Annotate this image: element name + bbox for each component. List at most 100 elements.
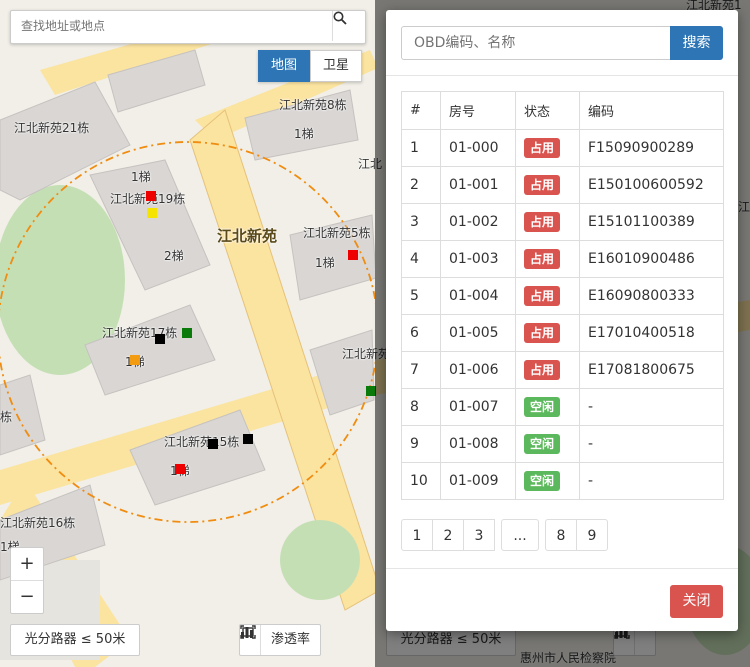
- room-number: 01-008: [440, 425, 516, 463]
- obd-marker-black[interactable]: [155, 334, 165, 344]
- unit-label: 1梯: [294, 127, 314, 141]
- pagination: 1 2 3 ... 8 9: [401, 519, 608, 551]
- room-number: 01-003: [440, 240, 516, 278]
- status-badge: 占用: [524, 138, 561, 158]
- obd-code: -: [579, 388, 724, 426]
- obd-search-input[interactable]: [401, 26, 670, 60]
- status-badge: 占用: [524, 360, 561, 380]
- obd-marker-orange[interactable]: [130, 355, 140, 365]
- building-label: 江北新苑16栋: [0, 516, 76, 530]
- row-number: 2: [401, 166, 441, 204]
- room-number: 01-006: [440, 351, 516, 389]
- unit-label: 2梯: [164, 249, 184, 263]
- table-row[interactable]: 8 01-007 空闲 -: [401, 388, 724, 426]
- page-link[interactable]: 3: [463, 519, 495, 551]
- status-badge: 占用: [524, 249, 561, 269]
- room-number: 01-002: [440, 203, 516, 241]
- status-badge: 占用: [524, 286, 561, 306]
- status-badge: 空闲: [524, 434, 561, 454]
- row-number: 4: [401, 240, 441, 278]
- status-cell: 空闲: [515, 425, 580, 463]
- status-badge: 占用: [524, 323, 561, 343]
- obd-marker-black[interactable]: [208, 439, 218, 449]
- obd-code: E150100600592: [579, 166, 724, 204]
- row-number: 1: [401, 129, 441, 167]
- unit-label: 1梯: [131, 170, 151, 184]
- obd-code: E17081800675: [579, 351, 724, 389]
- status-badge: 占用: [524, 212, 561, 232]
- building-label: 江北新苑17栋: [102, 326, 178, 340]
- map-tools: 渗透率: [239, 624, 322, 656]
- table-row[interactable]: 5 01-004 占用 E16090800333: [401, 277, 724, 315]
- page-ellipsis[interactable]: ...: [501, 519, 539, 551]
- scale-filter[interactable]: 光分路器 ≤ 50米: [10, 624, 140, 656]
- page-link[interactable]: 9: [576, 519, 608, 551]
- map-type-satellite-button[interactable]: 卫星: [310, 50, 363, 82]
- footer-divider: [386, 568, 738, 569]
- obd-list-dialog: 搜索 # 房号 状态 编码 101-000占用F15090900289201-0…: [386, 10, 738, 631]
- obd-table: # 房号 状态 编码 1 01-000 占用 F15090900289 2 01-001 占…: [401, 91, 724, 500]
- table-row[interactable]: 4 01-003 占用 E16010900486: [401, 240, 724, 278]
- table-row[interactable]: 6 01-005 占用 E17010400518: [401, 314, 724, 352]
- table-row[interactable]: 2 01-001 占用 E150100600592: [401, 166, 724, 204]
- obd-search-button[interactable]: 搜索: [670, 26, 723, 60]
- obd-code: E15101100389: [579, 203, 724, 241]
- building-label: 江北新苑15栋: [164, 435, 240, 449]
- status-badge: 占用: [524, 175, 561, 195]
- room-number: 01-004: [440, 277, 516, 315]
- table-row[interactable]: 3 01-002 占用 E15101100389: [401, 203, 724, 241]
- search-icon: [333, 11, 347, 25]
- table-header-row: # 房号 状态 编码: [401, 91, 724, 130]
- table-row[interactable]: 10 01-009 空闲 -: [401, 462, 724, 500]
- status-cell: 占用: [515, 277, 580, 315]
- obd-search-group: 搜索: [401, 26, 723, 60]
- page-link[interactable]: 2: [432, 519, 464, 551]
- row-number: 5: [401, 277, 441, 315]
- room-number: 01-000: [440, 129, 516, 167]
- status-cell: 占用: [515, 166, 580, 204]
- row-number: 9: [401, 425, 441, 463]
- obd-marker-green[interactable]: [182, 328, 192, 338]
- column-header: 状态: [515, 91, 580, 130]
- status-cell: 占用: [515, 351, 580, 389]
- obd-code: E16010900486: [579, 240, 724, 278]
- obd-marker-black[interactable]: [243, 434, 253, 444]
- obd-marker-yellow[interactable]: [147, 208, 157, 218]
- table-row[interactable]: 9 01-008 空闲 -: [401, 425, 724, 463]
- close-button[interactable]: 关闭: [670, 585, 723, 618]
- column-header: 编码: [579, 91, 724, 130]
- obd-code: E17010400518: [579, 314, 724, 352]
- building-label: 栋: [0, 410, 13, 424]
- room-number: 01-007: [440, 388, 516, 426]
- penetration-button[interactable]: 渗透率: [241, 625, 320, 655]
- map-search-input[interactable]: [11, 11, 329, 41]
- map-type-map-button[interactable]: 地图: [258, 50, 311, 82]
- building-label: 江北新苑8栋: [279, 98, 347, 112]
- obd-marker-red[interactable]: [348, 250, 358, 260]
- status-cell: 占用: [515, 314, 580, 352]
- page-link[interactable]: 1: [401, 519, 433, 551]
- page-link[interactable]: 8: [545, 519, 577, 551]
- building-label: 江北新苑21栋: [14, 121, 90, 135]
- obd-marker-red[interactable]: [146, 191, 156, 201]
- zoom-out-button[interactable]: −: [11, 580, 43, 613]
- bar-chart-icon: [241, 627, 253, 638]
- map-search-button[interactable]: [332, 11, 365, 41]
- row-number: 6: [401, 314, 441, 352]
- row-number: 8: [401, 388, 441, 426]
- room-number: 01-005: [440, 314, 516, 352]
- status-cell: 空闲: [515, 388, 580, 426]
- status-cell: 占用: [515, 240, 580, 278]
- map-search-box: [10, 10, 366, 44]
- obd-code: F15090900289: [579, 129, 724, 167]
- row-number: 3: [401, 203, 441, 241]
- map-type-switch: 地图 卫星: [258, 50, 363, 82]
- table-row[interactable]: 7 01-006 占用 E17081800675: [401, 351, 724, 389]
- zoom-in-button[interactable]: +: [11, 548, 43, 580]
- column-header: 房号: [440, 91, 516, 130]
- row-number: 10: [401, 462, 441, 500]
- status-badge: 空闲: [524, 397, 561, 417]
- status-cell: 占用: [515, 203, 580, 241]
- obd-marker-red[interactable]: [175, 464, 185, 474]
- table-row[interactable]: 1 01-000 占用 F15090900289: [401, 129, 724, 167]
